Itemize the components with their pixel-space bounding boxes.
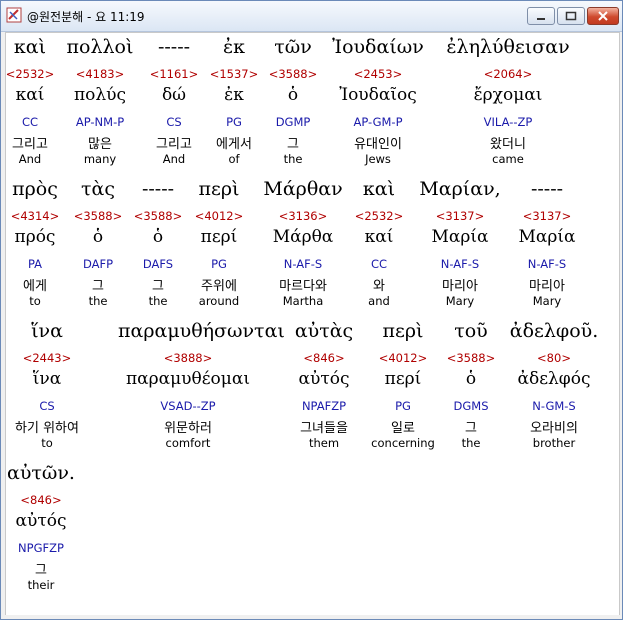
word-morph: N-AF-S <box>527 257 567 271</box>
title-bar[interactable]: @원전분해 - 요 11:19 <box>1 1 622 32</box>
word-morph: VILA--ZP <box>483 115 533 129</box>
word-greek: παραμυθήσωνται <box>118 320 285 342</box>
word-morph: NPGFZP <box>18 541 64 555</box>
word-strong[interactable]: <2064> <box>438 67 578 81</box>
word-unit[interactable]: ἐληλύθεισαν <2064> ἔρχομαι VILA--ZP 왔더니 came <box>438 36 578 171</box>
word-lemma: παραμυθέομαι <box>126 369 250 389</box>
word-lemma: Μαρία <box>518 227 576 247</box>
word-morph: CS <box>39 399 55 413</box>
app-icon <box>6 7 22 23</box>
word-strong[interactable]: <2443> <box>6 351 117 365</box>
maximize-icon <box>565 11 577 21</box>
word-unit[interactable]: ἵνα <2443> ἵνα CS 하기 위하여 to <box>6 320 117 455</box>
word-greek: αὐτῶν. <box>7 462 75 484</box>
close-button[interactable] <box>587 7 619 25</box>
word-korean: 그 <box>35 563 47 578</box>
word-korean: 마리아 <box>529 279 565 294</box>
word-korean: 유대인이 <box>354 137 402 152</box>
word-lemma: ἀδελφός <box>517 369 591 389</box>
word-strong[interactable]: <3888> <box>118 351 258 365</box>
word-morph: VSAD--ZP <box>160 399 216 413</box>
word-english: Jews <box>365 152 391 166</box>
word-english: Mary <box>532 294 562 308</box>
word-unit[interactable]: παραμυθήσωνται <3888> παραμυθέομαι VSAD--ZP… <box>118 320 285 455</box>
minimize-button[interactable] <box>527 7 555 25</box>
word-korean: 위문하러 <box>164 421 212 436</box>
word-lemma: Ἰουδαῖος <box>339 85 417 105</box>
close-icon <box>598 11 608 21</box>
word-unit[interactable]: αὐτῶν. <846> αὐτός NPGFZP 그 their <box>6 462 111 597</box>
word-english: their <box>27 578 55 592</box>
minimize-icon <box>537 18 545 20</box>
word-strong[interactable]: <2453> <box>308 67 448 81</box>
word-strong[interactable]: <80> <box>484 351 619 365</box>
maximize-button[interactable] <box>557 7 585 25</box>
word-lemma: ἵνα <box>32 369 62 389</box>
word-greek: ἵνα <box>31 320 63 342</box>
interlinear-view[interactable]: καὶ <2532> καί CC 그리고 And πολλοὶ <4183> πολύς AP-… <box>5 32 620 616</box>
word-korean: 오라비의 <box>530 421 578 436</box>
word-morph: N-GM-S <box>532 399 576 413</box>
window-title: @원전분해 - 요 11:19 <box>27 10 145 24</box>
word-english: brother <box>532 436 576 450</box>
word-english: comfort <box>165 436 211 450</box>
word-korean: 하기 위하여 <box>15 421 79 436</box>
word-english: to <box>41 436 53 450</box>
window-border-bottom <box>1 615 622 619</box>
word-unit[interactable]: Ἰουδαίων <2453> Ἰουδαῖος AP-GM-P 유대인이 Jews <box>308 36 448 171</box>
word-greek: ἀδελφοῦ. <box>509 320 599 342</box>
word-unit[interactable]: ἀδελφοῦ. <80> ἀδελφός N-GM-S 오라비의 brother <box>484 320 619 455</box>
word-greek: ----- <box>530 178 564 200</box>
app-window: @원전분해 - 요 11:19 καὶ <2532> καί CC 그리고 And πολλ… <box>0 0 623 620</box>
word-strong[interactable]: <846> <box>6 493 111 507</box>
word-strong[interactable]: <3137> <box>477 209 617 223</box>
word-lemma: αὐτός <box>15 511 67 531</box>
word-greek: Ἰουδαίων <box>332 36 424 58</box>
word-lemma: ἔρχομαι <box>473 85 543 105</box>
word-morph: AP-GM-P <box>353 115 403 129</box>
word-korean: 왔더니 <box>490 137 526 152</box>
word-greek: ἐληλύθεισαν <box>446 36 570 58</box>
word-unit[interactable]: ----- <3137> Μαρία N-AF-S 마리아 Mary <box>477 178 617 313</box>
word-english: came <box>492 152 524 166</box>
